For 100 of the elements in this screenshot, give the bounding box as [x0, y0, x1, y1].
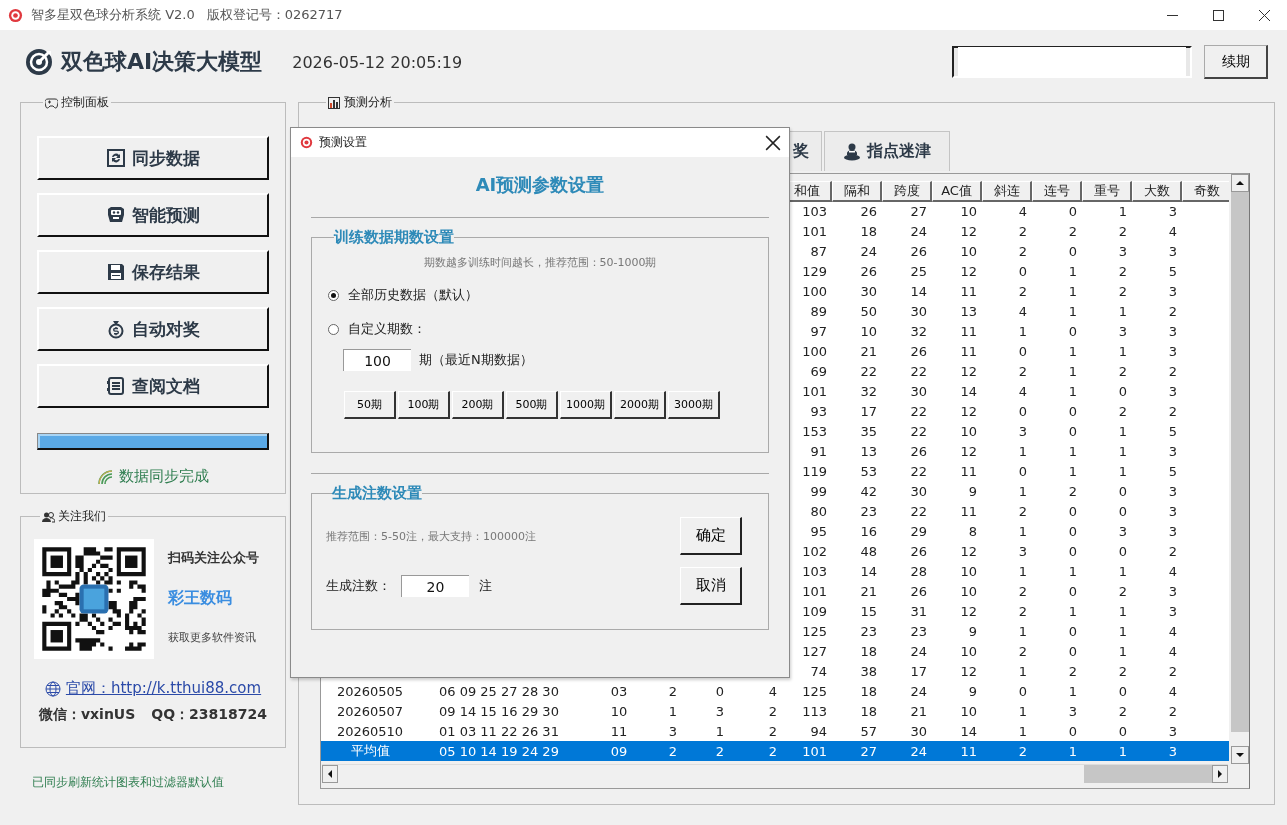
table-cell-text: 11 — [959, 342, 978, 361]
robot-icon — [106, 205, 126, 225]
table-cell-text: 27 — [909, 202, 928, 221]
group-title: 预测分析 — [344, 94, 392, 111]
group-title: 训练数据期数设置 — [334, 228, 454, 247]
preset-button[interactable]: 1000期 — [560, 391, 612, 419]
table-cell-text: 0 — [1117, 682, 1128, 701]
gamepad-icon — [45, 96, 58, 109]
table-cell-text: 4 — [1167, 222, 1178, 241]
table-cell-text: 2 — [667, 682, 678, 701]
table-cell-text: 8 — [967, 522, 978, 541]
globe-icon — [44, 680, 61, 697]
table-cell-text: 26 — [909, 542, 928, 561]
table-cell-text: 3 — [1117, 242, 1128, 261]
table-cell-text: 27 — [859, 742, 878, 761]
qq-text: QQ：23818724 — [151, 706, 268, 724]
radio-button[interactable] — [328, 289, 339, 301]
selected-row[interactable]: 平均值 05 10 14 19 24 29 09 2 2 2 101 27 24 11 2 1 1 3 — [321, 741, 1229, 761]
table-cell-text: 25 — [909, 262, 928, 281]
preset-button[interactable]: 3000期 — [668, 391, 720, 419]
radio-label[interactable]: 自定义期数： — [348, 320, 426, 338]
table-cell-text: 09 — [609, 742, 629, 761]
number-field[interactable]: 20 — [401, 575, 469, 597]
column-header[interactable]: 跨度 — [882, 181, 932, 202]
table-cell-text: 93 — [809, 402, 828, 421]
scroll-right-icon[interactable] — [1212, 765, 1228, 783]
table-cell-text: 0 — [1117, 482, 1128, 501]
confirm-button[interactable]: 确定 — [680, 517, 742, 555]
preset-button[interactable]: 50期 — [344, 391, 396, 419]
table-cell-text: 0 — [1067, 622, 1078, 641]
panel-button[interactable]: 查阅文档 — [37, 364, 269, 408]
table-cell-text: 2 — [1167, 362, 1178, 381]
tab[interactable]: 指点迷津 — [824, 131, 950, 171]
column-header[interactable]: AC值 — [932, 181, 982, 202]
table-cell-text: 1 — [1017, 322, 1028, 341]
table-cell-text: 0 — [1067, 402, 1078, 421]
table-cell-text: 0 — [1117, 382, 1128, 401]
preset-button[interactable]: 2000期 — [614, 391, 666, 419]
scroll-up-icon[interactable] — [1231, 174, 1249, 192]
table-cell-text: 101 — [801, 382, 828, 401]
table-cell-text: 11 — [609, 722, 629, 741]
preset-button[interactable]: 500期 — [506, 391, 558, 419]
table-cell-text: 113 — [801, 702, 828, 721]
input-field[interactable] — [952, 46, 1192, 78]
close-icon[interactable] — [1258, 9, 1270, 21]
column-header[interactable]: 斜连 — [982, 181, 1032, 202]
table-cell-text: 23 — [909, 622, 928, 641]
table-cell-text: 30 — [909, 722, 928, 741]
table-cell-text: 9 — [967, 622, 978, 641]
table-cell-text: 127 — [801, 642, 828, 661]
table-cell-text: 4 — [1017, 202, 1028, 221]
table-cell-text: 18 — [859, 222, 878, 241]
table-cell-text: 10 — [959, 642, 978, 661]
table-cell-text: 1 — [1117, 642, 1128, 661]
table-cell-text: 32 — [909, 322, 928, 341]
panel-button[interactable]: 自动对奖 — [37, 307, 269, 351]
column-header[interactable]: 大数 — [1132, 181, 1182, 202]
table-cell-text: 30 — [909, 482, 928, 501]
table-cell-text: 18 — [859, 682, 878, 701]
scroll-down-icon[interactable] — [1231, 746, 1249, 764]
table-cell-text: 05 10 14 19 24 29 — [438, 742, 560, 761]
panel-button[interactable]: 智能预测 — [37, 193, 269, 237]
table-cell-text: 26 — [909, 582, 928, 601]
panel-button[interactable]: 保存结果 — [37, 250, 269, 294]
table-cell-text: 2 — [1117, 662, 1128, 681]
wechat-text: 微信：vxinUS — [38, 706, 136, 724]
table-cell-text: 0 — [1017, 342, 1028, 361]
preset-button[interactable]: 100期 — [398, 391, 450, 419]
column-header[interactable]: 重号 — [1082, 181, 1132, 202]
website-link[interactable]: 官网：http://k.tthui88.com — [65, 679, 262, 698]
scrollbar-thumb[interactable] — [1084, 765, 1212, 783]
table-cell-text: 1 — [1117, 342, 1128, 361]
scroll-left-icon[interactable] — [322, 765, 338, 783]
table-cell-text: 23 — [859, 622, 878, 641]
horizontal-scrollbar[interactable] — [322, 764, 1228, 783]
number-field[interactable]: 100 — [343, 349, 411, 371]
table-cell-text: 10 — [959, 702, 978, 721]
radio-button[interactable] — [328, 323, 339, 335]
column-header[interactable]: 连号 — [1032, 181, 1082, 202]
table-cell-text: 53 — [859, 462, 878, 481]
table-cell-text: 4 — [1017, 382, 1028, 401]
table-cell-text: 74 — [809, 662, 828, 681]
close-icon[interactable] — [765, 134, 781, 151]
table-cell-text: 15 — [859, 602, 878, 621]
table-cell-text: 26 — [859, 262, 878, 281]
maximize-icon[interactable] — [1212, 9, 1224, 21]
table-cell-text: 57 — [859, 722, 878, 741]
table-cell-text: 2 — [1017, 642, 1028, 661]
panel-button[interactable]: 同步数据 — [37, 136, 269, 180]
table-cell-text: 23 — [859, 502, 878, 521]
table-cell-text: 22 — [909, 422, 928, 441]
preset-button[interactable]: 200期 — [452, 391, 504, 419]
radio-label[interactable]: 全部历史数据（默认） — [348, 286, 478, 304]
dialog-title: 预测设置 — [319, 134, 367, 151]
cancel-button[interactable]: 取消 — [680, 567, 742, 605]
column-header[interactable]: 隔和 — [832, 181, 882, 202]
table-cell-text: 0 — [1067, 242, 1078, 261]
table-cell-text: 26 — [909, 342, 928, 361]
renew-button[interactable]: 续期 — [1204, 45, 1268, 79]
table-cell-text: 3 — [1167, 502, 1178, 521]
